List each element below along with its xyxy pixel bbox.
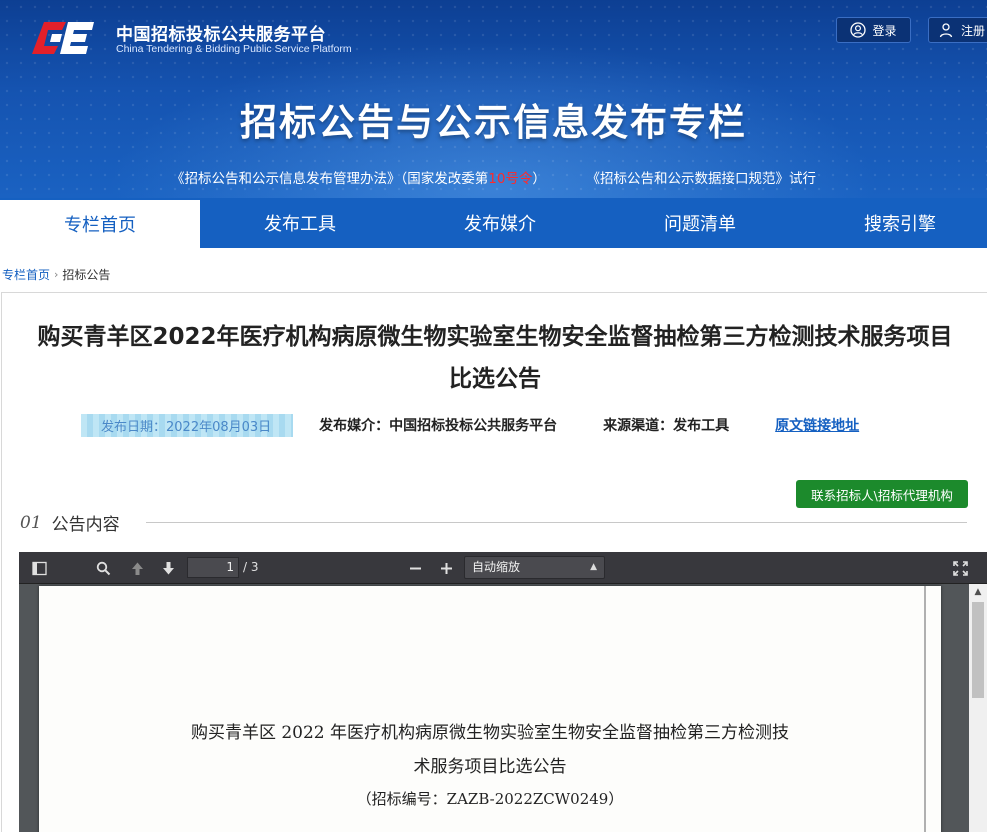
search-icon[interactable] bbox=[93, 558, 113, 578]
zoom-select[interactable]: 自动缩放 ▲ bbox=[464, 556, 605, 579]
article-title-line-1: 购买青羊区2022年医疗机构病原微生物实验室生物安全监督抽检第三方检测技术服务项… bbox=[37, 324, 953, 350]
register-label: 注册 bbox=[961, 23, 986, 38]
section-number: 01 bbox=[20, 512, 42, 533]
regulation-link-2[interactable]: 《招标公告和公示数据接口规范》试行 bbox=[587, 171, 817, 187]
user-add-icon bbox=[939, 23, 953, 38]
pdf-viewer: 1 / 3 自动缩放 ▲ 购买青羊区 2022 年医疗机构病原微生物实验室生物安… bbox=[19, 552, 987, 832]
login-label: 登录 bbox=[872, 23, 897, 38]
zoom-value: 自动缩放 bbox=[472, 560, 521, 574]
pdf-toolbar: 1 / 3 自动缩放 ▲ bbox=[19, 552, 987, 584]
tender-number: （招标编号：ZAZB-2022ZCW0249） bbox=[356, 790, 624, 808]
header-banner: 中国招标投标公共服务平台 China Tendering & Bidding P… bbox=[0, 0, 987, 198]
publish-date: 发布日期：2022年08月03日 bbox=[81, 413, 294, 437]
site-name[interactable]: 中国招标投标公共服务平台 bbox=[116, 20, 326, 45]
article-meta: 发布日期：2022年08月03日 发布媒介：中国招标投标公共服务平台 来源渠道：… bbox=[81, 413, 859, 437]
login-button[interactable]: 登录 bbox=[836, 17, 911, 43]
pdf-page: 购买青羊区 2022 年医疗机构病原微生物实验室生物安全监督抽检第三方检测技 术… bbox=[39, 586, 941, 832]
regulation-links: 《招标公告和公示信息发布管理办法》（国家发改委第10号令） 《招标公告和公示数据… bbox=[0, 167, 987, 187]
breadcrumb-home[interactable]: 专栏首页 bbox=[2, 266, 50, 283]
page-number-input[interactable]: 1 bbox=[187, 557, 239, 578]
publish-media: 发布媒介：中国招标投标公共服务平台 bbox=[319, 418, 558, 434]
section-label: 公告内容 bbox=[51, 515, 120, 535]
section-divider bbox=[146, 522, 967, 523]
regulation-link-1[interactable]: 《招标公告和公示信息发布管理办法》（国家发改委第10号令） bbox=[171, 171, 546, 187]
source-channel: 来源渠道：发布工具 bbox=[603, 418, 730, 434]
section-heading: 01 公告内容 bbox=[20, 510, 120, 536]
regulation-text: 《招标公告和公示信息发布管理办法》（国家发改委第 bbox=[170, 171, 489, 187]
article-title-line-2: 比选公告 bbox=[449, 366, 541, 392]
user-circle-icon bbox=[850, 22, 867, 38]
nav-item-publish-tools[interactable]: 发布工具 bbox=[200, 198, 400, 248]
page: 中国招标投标公共服务平台 China Tendering & Bidding P… bbox=[0, 0, 987, 832]
zoom-in-icon[interactable] bbox=[436, 558, 456, 578]
nav-item-search-engine[interactable]: 搜索引擎 bbox=[800, 198, 987, 248]
platform-logo-icon[interactable] bbox=[30, 18, 100, 58]
breadcrumb-separator-icon: › bbox=[54, 268, 59, 281]
article-title: 购买青羊区2022年医疗机构病原微生物实验室生物安全监督抽检第三方检测技术服务项… bbox=[0, 316, 987, 400]
next-page-icon[interactable] bbox=[158, 558, 178, 578]
page-total: / 3 bbox=[243, 560, 259, 574]
sidebar-toggle-icon[interactable] bbox=[29, 558, 49, 578]
chevron-updown-icon: ▲ bbox=[590, 562, 597, 572]
fullscreen-icon[interactable] bbox=[950, 558, 970, 578]
original-link[interactable]: 原文链接地址 bbox=[775, 415, 859, 435]
nav-item-home[interactable]: 专栏首页 bbox=[0, 198, 200, 248]
document-title-line-1: 购买青羊区 2022 年医疗机构病原微生物实验室生物安全监督抽检第三方检测技 bbox=[190, 723, 790, 743]
breadcrumb-current: 招标公告 bbox=[62, 268, 111, 282]
pdf-page-edge bbox=[924, 586, 926, 832]
zoom-out-icon[interactable] bbox=[405, 558, 425, 578]
site-name-english: China Tendering & Bidding Public Service… bbox=[116, 43, 352, 55]
nav-item-publish-media[interactable]: 发布媒介 bbox=[400, 198, 600, 248]
scroll-up-icon[interactable]: ▲ bbox=[969, 584, 987, 600]
breadcrumb: 专栏首页 › 招标公告 bbox=[2, 266, 110, 283]
regulation-number: 10号令 bbox=[488, 171, 533, 187]
nav-item-faq[interactable]: 问题清单 bbox=[600, 198, 800, 248]
document-title-line-2: 术服务项目比选公告 bbox=[413, 757, 567, 777]
scroll-thumb[interactable] bbox=[972, 602, 984, 698]
banner-title: 招标公告与公示信息发布专栏 bbox=[240, 101, 747, 144]
contact-tenderer-button[interactable]: 联系招标人\招标代理机构 bbox=[796, 480, 968, 508]
register-button[interactable]: 注册 bbox=[928, 17, 987, 43]
pdf-scrollbar[interactable]: ▲ bbox=[969, 584, 987, 832]
main-nav: 专栏首页 发布工具 发布媒介 问题清单 搜索引擎 bbox=[0, 198, 987, 248]
regulation-suffix: ） bbox=[532, 171, 546, 187]
previous-page-icon[interactable] bbox=[127, 558, 147, 578]
